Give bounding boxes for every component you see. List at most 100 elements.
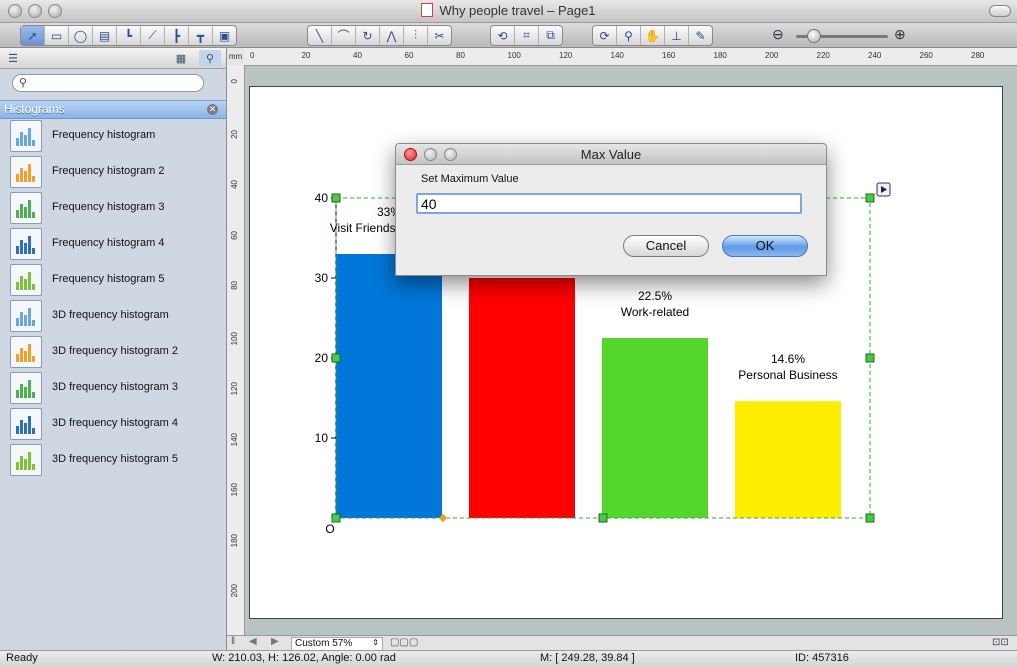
- library-item-label: Frequency histogram 2: [52, 165, 165, 177]
- histogram-thumbnail-icon: [10, 408, 42, 440]
- eyedropper-icon[interactable]: ✎: [689, 26, 712, 45]
- selection-handle: [865, 193, 875, 203]
- vertical-ruler: 0 20 40 60 80 100 120 140 160 180 200: [227, 65, 245, 635]
- ellipse-icon[interactable]: ◯: [69, 26, 93, 45]
- selection-handle: [331, 513, 341, 523]
- stamp-icon[interactable]: ⊥: [665, 26, 689, 45]
- library-item[interactable]: 3D frequency histogram 4: [0, 406, 226, 442]
- y-tick-label: 40: [315, 191, 329, 205]
- library-item[interactable]: Frequency histogram 4: [0, 226, 226, 262]
- ruler-tick-label: 60: [230, 230, 239, 240]
- line-icon[interactable]: ╲: [308, 26, 332, 45]
- document-icon: [421, 3, 434, 17]
- rotate-icon[interactable]: ⟲: [491, 26, 515, 45]
- polyline-icon[interactable]: ⋀: [380, 26, 404, 45]
- library-item-label: 3D frequency histogram 5: [52, 453, 178, 465]
- library-item[interactable]: Frequency histogram 2: [0, 154, 226, 190]
- bar: [336, 254, 442, 518]
- library-item-label: 3D frequency histogram: [52, 309, 169, 321]
- arc-icon[interactable]: ⌒: [332, 26, 356, 45]
- library-item[interactable]: Frequency histogram 3: [0, 190, 226, 226]
- scroll-left-icon[interactable]: ◀: [249, 636, 257, 647]
- ruler-tick-label: 140: [230, 432, 239, 446]
- replace-icon[interactable]: ⧉: [539, 26, 562, 45]
- bar-value-label: 22.5%: [638, 289, 672, 303]
- ruler-tick-label: 180: [230, 533, 239, 547]
- dialog-title-bar: Max Value: [396, 144, 826, 165]
- page-thumbnails-icon[interactable]: ▢▢▢: [390, 637, 418, 648]
- toolbar: ➚ ▭ ◯ ▤ ┗ ⟋ ┣ ┳ ▣ ╲ ⌒ ↻ ⋀ ⫶ ✂ ⟲ ⌗ ⧉ ⟳ ⚲ …: [0, 23, 1017, 48]
- toolbar-toggle-button[interactable]: [989, 5, 1011, 17]
- ruler-unit: mm: [227, 48, 245, 66]
- bar-category-label: Personal Business: [738, 368, 837, 382]
- fit-page-icon[interactable]: ⊡⊡: [992, 637, 1009, 648]
- freehand-icon[interactable]: ✂: [428, 26, 451, 45]
- zoom-slider-knob[interactable]: [807, 29, 821, 43]
- library-item[interactable]: 3D frequency histogram 5: [0, 442, 226, 478]
- status-bar: Ready W: 210.03, H: 126.02, Angle: 0.00 …: [0, 650, 1017, 667]
- text-icon[interactable]: ▤: [93, 26, 117, 45]
- ruler-tick-label: 60: [404, 51, 414, 60]
- transform-tools-group: ⟲ ⌗ ⧉: [490, 25, 563, 46]
- connector-icon[interactable]: ┗: [117, 26, 141, 45]
- ok-button[interactable]: OK: [722, 235, 808, 257]
- tree-view-icon[interactable]: ☰: [2, 50, 24, 66]
- histogram-thumbnail-icon: [10, 120, 42, 152]
- cancel-button[interactable]: Cancel: [623, 235, 709, 257]
- selection-handle: [331, 193, 341, 203]
- library-item[interactable]: Frequency histogram 5: [0, 262, 226, 298]
- ruler-tick-label: 40: [353, 51, 362, 60]
- library-item-label: Frequency histogram: [52, 129, 156, 141]
- ruler-tick-label: 20: [230, 129, 239, 139]
- org-connector-icon[interactable]: ┳: [189, 26, 213, 45]
- ruler-tick-label: 100: [507, 51, 521, 60]
- histogram-thumbnail-icon: [10, 336, 42, 368]
- spline-icon[interactable]: ⫶: [404, 26, 428, 45]
- curve-icon[interactable]: ↻: [356, 26, 380, 45]
- library-item[interactable]: 3D frequency histogram 3: [0, 370, 226, 406]
- library-item-label: 3D frequency histogram 4: [52, 417, 178, 429]
- search-toggle-icon[interactable]: ⚲: [199, 50, 221, 66]
- insert-icon[interactable]: ▣: [213, 26, 236, 45]
- zoom-select[interactable]: Custom 57% ⇕: [291, 637, 383, 651]
- library-item[interactable]: Frequency histogram: [0, 118, 226, 154]
- max-value-input[interactable]: [416, 193, 802, 214]
- window-title: Why people travel – Page1: [0, 3, 1017, 18]
- ruler-tick-label: 0: [250, 51, 255, 60]
- bottom-scroll-bar: ‖ ◀ ▶ Custom 57% ⇕ ▢▢▢ ⊡⊡: [227, 635, 1017, 651]
- bar-value-label: 14.6%: [771, 352, 805, 366]
- library-header[interactable]: Histograms ✕: [0, 100, 226, 119]
- status-mouse-position: M: [ 249.28, 39.84 ]: [540, 652, 635, 664]
- library-item[interactable]: 3D frequency histogram: [0, 298, 226, 334]
- ruler-tick-label: 140: [610, 51, 624, 60]
- close-library-icon[interactable]: ✕: [207, 104, 218, 115]
- zoom-icon[interactable]: ⚲: [617, 26, 641, 45]
- ruler-tick-label: 120: [559, 51, 573, 60]
- selection-handle: [331, 353, 341, 363]
- smart-connector-icon[interactable]: ⟋: [141, 26, 165, 45]
- pointer-icon[interactable]: ➚: [21, 26, 45, 45]
- tree-connector-icon[interactable]: ┣: [165, 26, 189, 45]
- hand-icon[interactable]: ✋: [641, 26, 665, 45]
- grid-view-icon[interactable]: ▦: [170, 50, 192, 66]
- zoom-out-icon[interactable]: ⊖: [772, 26, 784, 43]
- ruler-tick-label: 0: [230, 79, 239, 84]
- library-item[interactable]: 3D frequency histogram 2: [0, 334, 226, 370]
- library-search-input[interactable]: [35, 76, 199, 91]
- ruler-tick-label: 280: [971, 51, 985, 60]
- refresh-icon[interactable]: ⟳: [593, 26, 617, 45]
- histogram-thumbnail-icon: [10, 264, 42, 296]
- crop-icon[interactable]: ⌗: [515, 26, 539, 45]
- zoom-in-icon[interactable]: ⊕: [894, 26, 906, 43]
- rectangle-icon[interactable]: ▭: [45, 26, 69, 45]
- library-item-label: 3D frequency histogram 2: [52, 345, 178, 357]
- scroll-right-icon[interactable]: ▶: [271, 636, 279, 647]
- dialog-prompt: Set Maximum Value: [421, 173, 519, 185]
- ruler-tick-label: 200: [765, 51, 779, 60]
- library-search-box[interactable]: ⚲: [12, 74, 204, 92]
- split-handle-icon[interactable]: ‖: [231, 636, 235, 647]
- status-state: Ready: [6, 652, 38, 664]
- histogram-thumbnail-icon: [10, 192, 42, 224]
- drawing-tools-group: ➚ ▭ ◯ ▤ ┗ ⟋ ┣ ┳ ▣: [20, 25, 237, 46]
- dialog-title: Max Value: [580, 147, 642, 162]
